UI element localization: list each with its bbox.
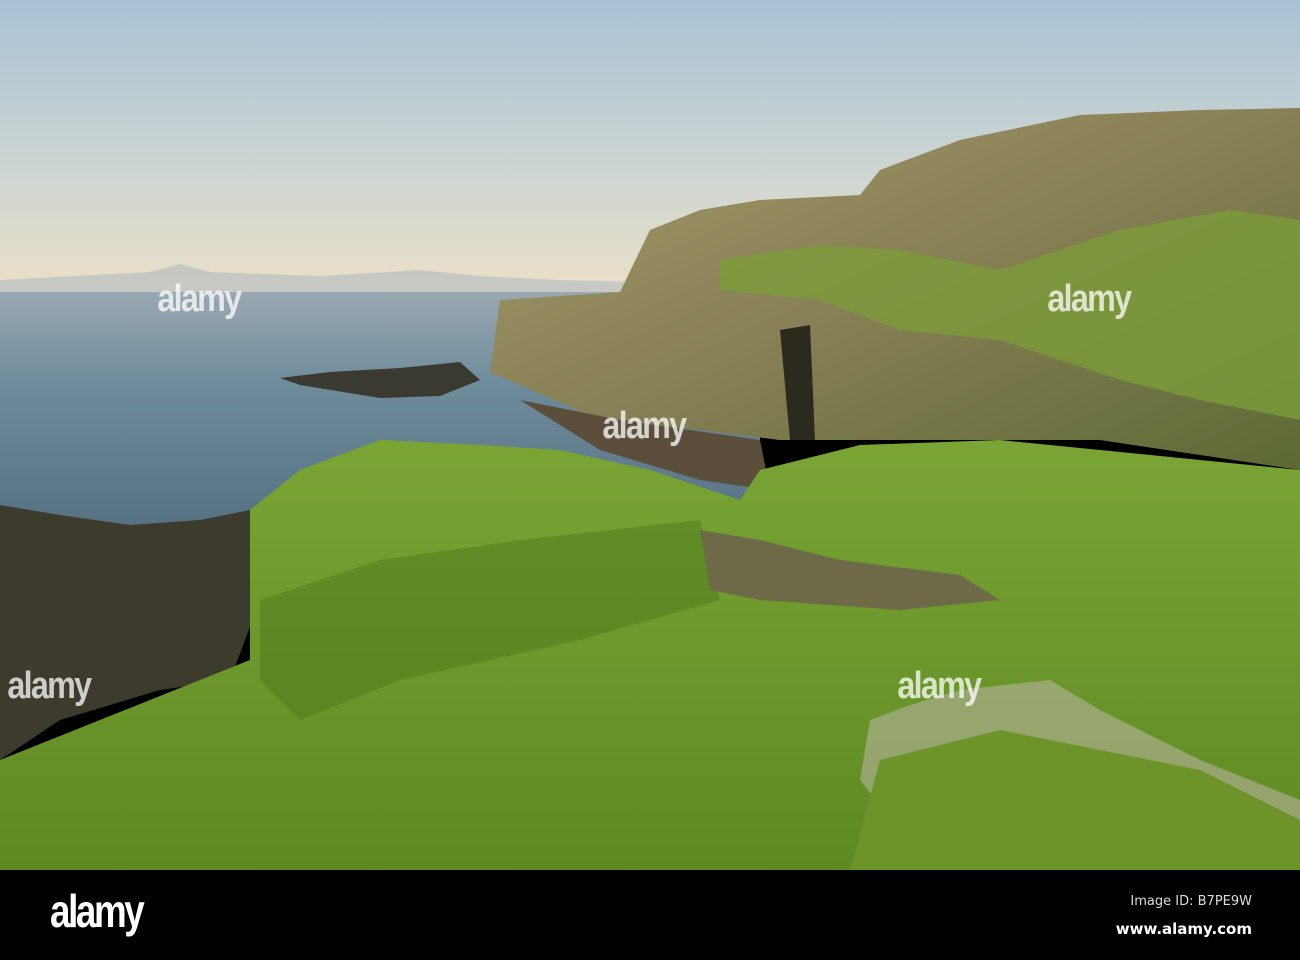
watermark: alamy [157,278,242,320]
watermark: alamy [1047,278,1132,320]
watermark: alamy [897,665,982,707]
site-url: www.alamy.com [1115,920,1252,938]
alamy-logo: alamy [50,885,145,937]
watermark: alamy [7,665,92,707]
watermark: alamy [602,405,687,447]
footer-bar: alamy Image ID: B7PE9W www.alamy.com [0,870,1300,960]
image-id: Image ID: B7PE9W [1130,894,1252,909]
stock-photo: alamy alamy alamy alamy alamy alamy Imag… [0,0,1300,960]
